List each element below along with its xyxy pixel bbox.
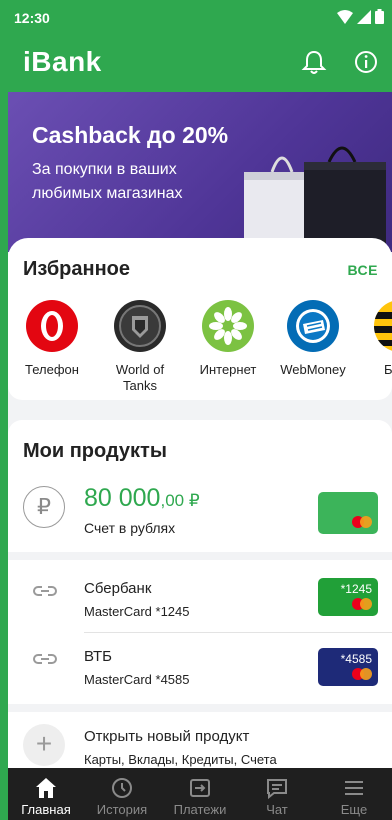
favorite-label: WebMoney	[280, 362, 346, 377]
shopping-bags-illustration	[244, 146, 386, 252]
mastercard-icon	[352, 516, 372, 528]
account-card-thumbnail	[318, 492, 378, 534]
nav-label: Еще	[340, 802, 368, 817]
link-icon	[33, 654, 57, 664]
promo-title: Cashback до 20%	[32, 122, 229, 148]
transfer-icon	[190, 779, 210, 797]
link-icon	[33, 586, 57, 596]
internet-provider-icon	[202, 300, 254, 352]
nav-chat[interactable]: Чат	[240, 768, 314, 820]
world-of-tanks-icon	[114, 300, 166, 352]
account-label: Счет в рублях	[84, 520, 176, 536]
sberbank-card-thumbnail: *1245	[318, 578, 378, 616]
favorite-item-webmoney[interactable]: WebMoney	[273, 300, 353, 378]
favorite-label: Телефон	[25, 362, 79, 377]
mts-logo-icon	[26, 300, 78, 352]
app-title: iBank	[23, 46, 102, 77]
favorite-item-internet[interactable]: Интернет	[188, 300, 268, 378]
products-title: Мои продукты	[23, 440, 167, 462]
app-bar: 12:30 iBank	[8, 0, 392, 92]
battery-icon	[375, 9, 384, 24]
favorite-item-phone[interactable]: Телефон	[12, 300, 92, 378]
mastercard-icon	[352, 598, 372, 610]
status-bar: 12:30	[8, 0, 392, 36]
nav-history[interactable]: История	[84, 768, 160, 820]
row-divider	[84, 632, 392, 633]
nav-more[interactable]: Еще	[316, 768, 392, 820]
mastercard-icon	[352, 668, 372, 680]
nav-label: Чат	[266, 802, 288, 817]
section-divider	[8, 704, 392, 712]
info-icon[interactable]	[352, 48, 380, 76]
favorites-card: Избранное ВСЕ Телефон World of Tanks Инт…	[8, 238, 392, 400]
bank-name: ВТБ	[84, 648, 113, 665]
nav-label: Главная	[21, 802, 71, 817]
account-balance: 80 000,00 ₽	[84, 484, 200, 513]
favorites-all-link[interactable]: ВСЕ	[347, 262, 378, 278]
status-icons	[337, 9, 384, 24]
my-products-card: Мои продукты ₽ 80 000,00 ₽ Счет в рублях…	[8, 420, 392, 780]
plus-icon: +	[23, 724, 65, 766]
chat-icon	[267, 779, 287, 800]
favorites-title: Избранное	[23, 258, 131, 280]
balance-kopecks: ,00 ₽	[160, 491, 200, 510]
favorite-label: World of Tanks	[115, 362, 165, 393]
cashback-promo-banner[interactable]: Cashback до 20% За покупки в ваших любим…	[8, 92, 392, 252]
app-screen: 12:30 iBank Cashback до 20% За покупки в…	[8, 0, 392, 820]
bottom-navigation: Главная История Платежи Чат Еще	[8, 768, 392, 820]
ruble-icon: ₽	[23, 486, 65, 528]
nav-label: История	[96, 802, 148, 817]
vtb-card-thumbnail: *4585	[318, 648, 378, 686]
new-product-title: Открыть новый продукт	[84, 728, 250, 745]
favorite-item-beeline[interactable]: Би	[358, 300, 392, 378]
new-product-subtitle: Карты, Вклады, Кредиты, Счета	[84, 752, 277, 767]
favorite-label: Интернет	[199, 362, 257, 377]
beeline-icon	[374, 300, 392, 352]
home-icon	[36, 778, 56, 798]
clock-icon	[112, 778, 132, 798]
wifi-icon	[337, 9, 353, 24]
card-number: MasterCard *1245	[84, 604, 190, 619]
favorite-label: Би	[384, 362, 392, 377]
section-divider	[8, 552, 392, 560]
card-number: MasterCard *4585	[84, 672, 190, 687]
card-tag: *1245	[340, 582, 372, 596]
card-tag: *4585	[340, 652, 372, 666]
nav-home[interactable]: Главная	[8, 768, 84, 820]
bank-name: Сбербанк	[84, 580, 152, 597]
promo-subtitle: За покупки в ваших любимых магазинах	[32, 161, 183, 202]
signal-icon	[357, 9, 371, 24]
bell-icon[interactable]	[300, 48, 328, 76]
balance-main: 80 000	[84, 484, 161, 512]
status-time: 12:30	[14, 10, 50, 26]
nav-label: Платежи	[173, 802, 227, 817]
nav-payments[interactable]: Платежи	[162, 768, 238, 820]
favorite-item-world-of-tanks[interactable]: World of Tanks	[100, 300, 180, 394]
menu-icon	[345, 781, 363, 795]
webmoney-icon	[287, 300, 339, 352]
